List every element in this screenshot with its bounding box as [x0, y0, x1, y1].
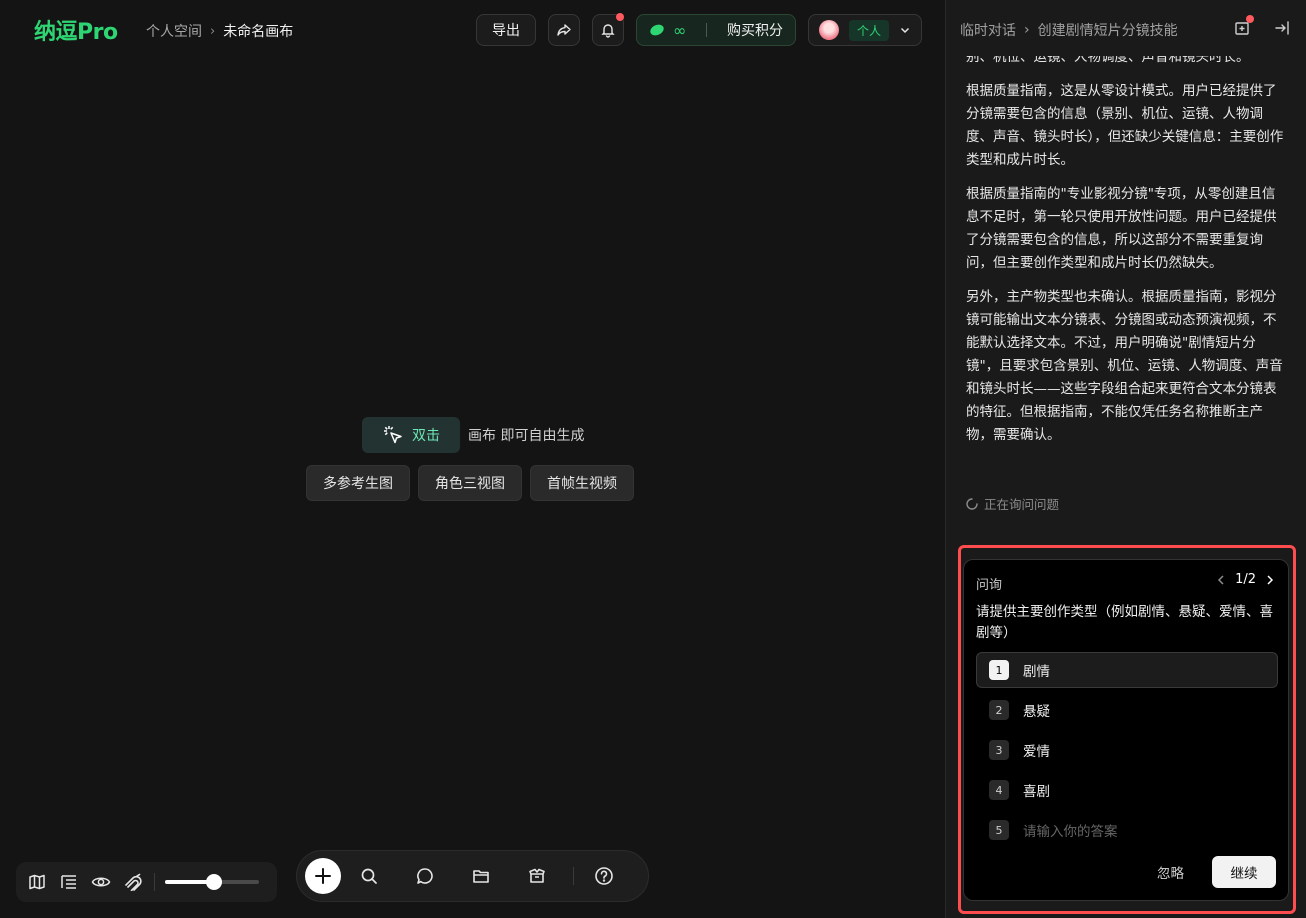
search-icon: [361, 868, 377, 884]
assistant-status: 正在询问问题: [966, 494, 1059, 513]
chat-paragraph: 根据质量指南的"专业影视分镜"专项，从零创建且信息不足时，第一轮只使用开放性问题…: [966, 186, 1277, 271]
option-number: 2: [989, 700, 1009, 720]
custom-answer-input[interactable]: 5 请输入你的答案: [976, 812, 1278, 848]
share-icon: [557, 24, 571, 36]
option-label: 悬疑: [1023, 704, 1050, 720]
comment-button[interactable]: [397, 858, 453, 894]
answer-option[interactable]: 1 剧情: [976, 652, 1278, 688]
panel-breadcrumb: 临时对话 › 创建剧情短片分镜技能: [960, 20, 1178, 40]
map-icon: [29, 874, 45, 890]
help-icon: [595, 867, 613, 885]
chevron-left-icon[interactable]: [1215, 574, 1227, 586]
export-button[interactable]: 导出: [476, 14, 536, 46]
panel-actions: [1232, 15, 1292, 38]
layout-toggle-button[interactable]: [58, 871, 80, 893]
continue-button[interactable]: 继续: [1212, 856, 1276, 888]
conversation-type-label[interactable]: 临时对话: [960, 20, 1016, 40]
chevron-right-icon[interactable]: [1264, 574, 1276, 586]
toolbar-divider: [573, 867, 574, 885]
answer-option[interactable]: 3 爱情: [976, 732, 1278, 768]
points-button[interactable]: ∞ 购买积分: [636, 14, 796, 46]
option-number: 1: [989, 660, 1009, 680]
asset-box-button[interactable]: [509, 858, 565, 894]
layout-list-icon: [61, 875, 76, 889]
canvas-hint-text: 画布 即可自由生成: [468, 428, 585, 444]
toolbar-divider: [154, 873, 155, 891]
bean-icon: [650, 24, 664, 36]
chevron-down-icon: [900, 27, 910, 34]
chat-paragraph: 另外，主产物类型也未确认。根据质量指南，影视分镜可能输出文本分镜表、分镜图或动态…: [966, 289, 1283, 443]
option-number: 3: [989, 740, 1009, 760]
custom-answer-placeholder: 请输入你的答案: [1023, 824, 1118, 840]
loading-spinner-icon: [966, 497, 978, 510]
bell-icon: [601, 24, 615, 38]
chat-bubble-icon: [417, 868, 433, 884]
help-button[interactable]: [582, 858, 626, 894]
chat-messages: 别、机位、运镜、人物调度、声音和镜头时长。 根据质量指南，这是从零设计模式。用户…: [966, 56, 1288, 486]
avatar: [819, 20, 839, 40]
question-text: 请提供主要创作类型（例如剧情、悬疑、爱情、喜剧等）: [976, 604, 1273, 641]
app-root: 纳逗Pro 个人空间 › 未命名画布 导出 ∞ 购买积分 个人 双击 画布 即可…: [0, 0, 1306, 918]
breadcrumb: 个人空间 › 未命名画布: [146, 21, 293, 41]
conversation-title: 创建剧情短片分镜技能: [1037, 23, 1178, 39]
new-conversation-button[interactable]: [1232, 15, 1254, 38]
app-logo[interactable]: 纳逗Pro: [34, 14, 118, 46]
notifications-button[interactable]: [592, 13, 624, 46]
page-indicator: 1/2: [1235, 572, 1256, 587]
preview-toggle-button[interactable]: [90, 871, 112, 893]
buy-points-label: 购买积分: [726, 23, 783, 39]
chevron-right-icon: ›: [210, 23, 216, 39]
option-number: 5: [989, 820, 1009, 840]
first-frame-video-button[interactable]: 首帧生视频: [530, 465, 634, 501]
chat-paragraph: 根据质量指南，这是从零设计模式。用户已经提供了分镜需要包含的信息（景别、机位、运…: [966, 83, 1284, 168]
canvas-toolbar: [296, 850, 649, 902]
map-toggle-button[interactable]: [26, 871, 48, 893]
status-text: 正在询问问题: [984, 497, 1060, 512]
question-card: 问询 1/2 请提供主要创作类型（例如剧情、悬疑、爱情、喜剧等） 1 剧情 2 …: [963, 559, 1289, 901]
option-label: 剧情: [1023, 664, 1050, 680]
points-divider: [706, 23, 708, 37]
quick-actions: 多参考生图 角色三视图 首帧生视频: [306, 465, 634, 501]
question-actions: 忽略 继续: [1157, 856, 1276, 888]
breadcrumb-canvas[interactable]: 未命名画布: [223, 21, 293, 41]
cursor-click-icon: [384, 426, 402, 444]
search-button[interactable]: [341, 858, 397, 894]
multi-reference-image-button[interactable]: 多参考生图: [306, 465, 410, 501]
ignore-button[interactable]: 忽略: [1157, 862, 1184, 882]
question-card-title: 问询: [976, 578, 1003, 593]
answer-option[interactable]: 4 喜剧: [976, 772, 1278, 808]
share-button[interactable]: [548, 14, 580, 46]
zoom-slider-handle[interactable]: [205, 874, 222, 890]
view-controls-bar: [16, 862, 277, 902]
double-click-label: 双击: [412, 428, 440, 444]
new-conversation-dot: [1246, 15, 1254, 23]
answer-option[interactable]: 2 悬疑: [976, 692, 1278, 728]
option-label: 爱情: [1023, 744, 1050, 760]
folder-button[interactable]: [453, 858, 509, 894]
collapse-right-icon: [1275, 21, 1289, 35]
answer-options: 1 剧情 2 悬疑 3 爱情 4 喜剧 5 请输入你的答案: [976, 652, 1278, 852]
eye-icon: [91, 877, 111, 887]
points-value: ∞: [673, 20, 687, 40]
folder-icon: [473, 870, 489, 883]
add-node-button[interactable]: [305, 858, 341, 894]
canvas-hint: 双击 画布 即可自由生成: [362, 417, 584, 453]
character-three-view-button[interactable]: 角色三视图: [418, 465, 522, 501]
option-label: 喜剧: [1023, 784, 1050, 800]
zoom-slider[interactable]: [165, 874, 259, 890]
option-number: 4: [989, 780, 1009, 800]
notification-dot: [616, 13, 624, 21]
question-pager: 1/2: [1215, 572, 1276, 587]
magnet-icon: [125, 873, 142, 891]
collapse-panel-button[interactable]: [1272, 18, 1292, 38]
plus-icon: [315, 868, 331, 884]
breadcrumb-space[interactable]: 个人空间: [146, 21, 202, 41]
double-click-hint: 双击: [362, 417, 460, 453]
account-type-badge: 个人: [848, 19, 889, 41]
account-menu[interactable]: 个人: [808, 14, 922, 46]
magnet-toggle-button[interactable]: [122, 871, 144, 893]
chat-paragraph: 别、机位、运镜、人物调度、声音和镜头时长。: [966, 56, 1250, 65]
chevron-right-icon: ›: [1024, 22, 1030, 38]
box-icon: [529, 868, 545, 883]
